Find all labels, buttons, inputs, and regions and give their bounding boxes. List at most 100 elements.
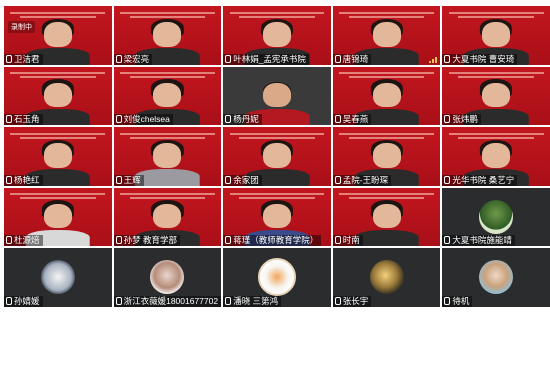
participant-face [482, 22, 511, 47]
mic-icon [225, 54, 232, 63]
banner-text [448, 10, 544, 19]
mic-icon [115, 54, 122, 63]
participant-name: 张炜鹏 [442, 114, 481, 125]
participant-name: 光华书院 桑艺宁 [442, 174, 518, 186]
mic-icon [444, 115, 451, 123]
mic-icon [115, 296, 122, 305]
mic-icon [6, 54, 12, 63]
participant-name: 浙江衣薇媛18001677702 [113, 295, 222, 307]
mic-icon [444, 296, 451, 305]
banner-text [120, 131, 215, 140]
mic-icon [334, 54, 341, 63]
mic-icon [6, 296, 12, 305]
participant-name: 待机 [442, 295, 473, 307]
participant-tile[interactable]: 孙婧媛 [4, 248, 112, 307]
participant-tile[interactable]: 杜源焙 [4, 187, 112, 246]
participant-face [263, 203, 291, 229]
mic-icon [444, 175, 451, 184]
participant-name: 孙梦 教育学部 [113, 235, 180, 246]
banner-text [339, 70, 434, 79]
signal-icon [429, 56, 438, 63]
participant-tile[interactable]: 录制中 卫洁君 [4, 6, 112, 65]
participant-tile[interactable]: 待机 [442, 248, 550, 307]
mic-icon [115, 236, 122, 244]
participant-tile[interactable]: 大夏书院施能靖 [442, 187, 550, 246]
participant-name: 卫洁君 [4, 53, 43, 65]
participant-name: 杨艳红 [4, 174, 43, 186]
video-grid: 录制中 卫洁君 梁宏亮 叶林娟_孟宪承书院 唐锦琦 大夏书院 曹安琦 石玉角 刘… [4, 6, 550, 367]
mic-icon [334, 296, 341, 305]
participant-face [43, 203, 72, 229]
avatar [479, 260, 514, 295]
participant-name: 蒋瑾（教师教育学院） [223, 235, 322, 246]
avatar [40, 260, 75, 295]
banner-text [229, 10, 325, 19]
participant-face [153, 203, 182, 229]
participant-tile[interactable]: 刘俊chelsea [113, 66, 222, 125]
banner-text [120, 70, 215, 79]
participant-tile[interactable]: 孙梦 教育学部 [113, 187, 222, 246]
avatar [479, 199, 514, 234]
banner-text [120, 10, 215, 19]
participant-tile[interactable]: 蒋瑾（教师教育学院） [223, 187, 331, 246]
participant-name: 杜源焙 [4, 235, 43, 246]
participant-name: 刘俊chelsea [113, 114, 173, 125]
participant-tile[interactable]: 王辉 [113, 127, 222, 186]
recording-badge: 录制中 [8, 21, 35, 33]
participant-name: 孟院-王盼琛 [332, 174, 392, 186]
participant-face [263, 82, 291, 108]
participant-body [354, 229, 419, 246]
banner-text [229, 191, 325, 200]
mic-icon [6, 236, 12, 244]
banner-text [448, 131, 544, 140]
participant-tile[interactable]: 张炜鹏 [442, 66, 550, 125]
participant-tile[interactable]: 时南 [332, 187, 441, 246]
participant-tile[interactable]: 杨丹妮 [223, 66, 331, 125]
banner-text [10, 131, 106, 140]
participant-tile[interactable]: 潘晓 三第鸿 [223, 248, 331, 307]
participant-tile[interactable]: 孟院-王盼琛 [332, 127, 441, 186]
participant-face [372, 203, 401, 229]
banner-text [10, 70, 106, 79]
participant-face [263, 143, 291, 168]
participant-tile[interactable]: 张长宇 [332, 248, 441, 307]
mic-icon [6, 115, 12, 123]
avatar [369, 260, 404, 295]
participant-face [153, 82, 182, 108]
participant-tile[interactable]: 石玉角 [4, 66, 112, 125]
participant-tile[interactable]: 吴春燕 [332, 66, 441, 125]
participant-face [482, 82, 511, 108]
mic-icon [334, 236, 341, 244]
mic-icon [444, 236, 451, 244]
mic-icon [334, 175, 341, 184]
participant-face [43, 22, 72, 47]
mic-icon [225, 115, 232, 123]
participant-name: 石玉角 [4, 114, 43, 125]
participant-tile[interactable]: 叶林娟_孟宪承书院 [223, 6, 331, 65]
participant-tile[interactable]: 大夏书院 曹安琦 [442, 6, 550, 65]
participant-name: 梁宏亮 [113, 53, 153, 65]
participant-body [135, 169, 200, 186]
participant-tile[interactable]: 光华书院 桑艺宁 [442, 127, 550, 186]
participant-name: 吴春燕 [332, 114, 372, 125]
participant-name: 大夏书院施能靖 [442, 235, 515, 246]
banner-text [448, 70, 544, 79]
participant-name: 王辉 [113, 174, 144, 186]
mic-icon [444, 54, 451, 63]
mic-icon [225, 296, 232, 305]
participant-tile[interactable]: 唐锦琦 [332, 6, 441, 65]
participant-name: 孙婧媛 [4, 295, 43, 307]
participant-face [482, 143, 511, 168]
participant-tile[interactable]: 杨艳红 [4, 127, 112, 186]
participant-face [372, 82, 401, 108]
mic-icon [115, 115, 122, 123]
participant-name: 叶林娟_孟宪承书院 [223, 53, 309, 65]
participant-name: 张长宇 [332, 295, 372, 307]
participant-face [43, 82, 72, 108]
banner-text [229, 131, 325, 140]
participant-tile[interactable]: 梁宏亮 [113, 6, 222, 65]
participant-tile[interactable]: 浙江衣薇媛18001677702 [113, 248, 222, 307]
participant-tile[interactable]: 余家团 [223, 127, 331, 186]
avatar [257, 258, 296, 297]
mic-icon [6, 175, 12, 184]
